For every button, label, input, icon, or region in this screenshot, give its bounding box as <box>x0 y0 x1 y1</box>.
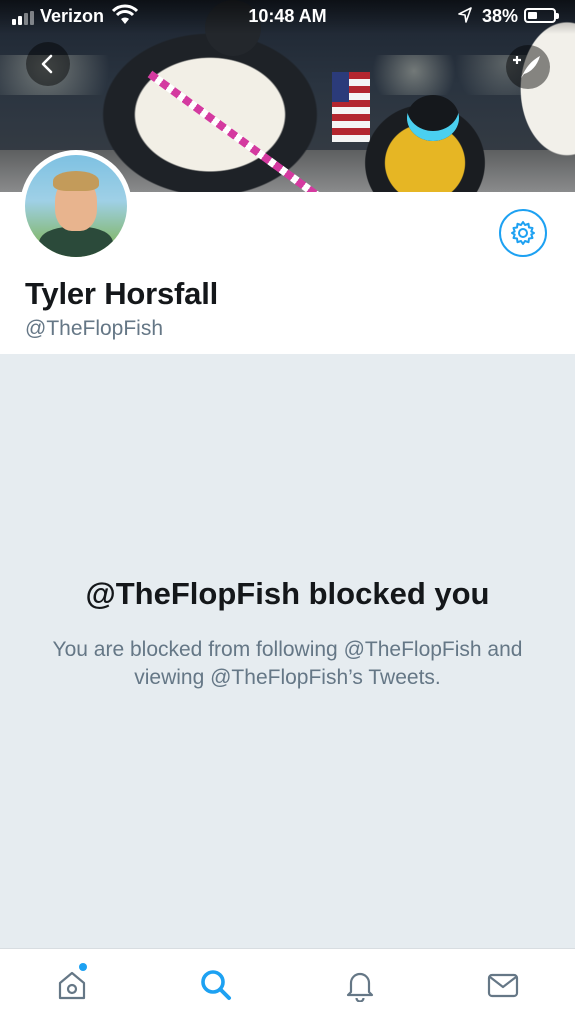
compose-tweet-icon <box>513 56 540 78</box>
tab-bar <box>0 948 575 1024</box>
gear-icon <box>511 221 535 245</box>
hockey-player-yellow <box>355 95 495 192</box>
username-handle: @TheFlopFish <box>25 317 164 340</box>
profile-settings-button[interactable] <box>499 209 547 257</box>
display-name: Tyler Horsfall <box>25 276 219 311</box>
battery-icon <box>524 8 559 23</box>
search-icon <box>201 970 231 1000</box>
back-button[interactable] <box>26 42 70 86</box>
blocked-description: You are blocked from following @TheFlopF… <box>52 638 523 689</box>
chevron-left-icon <box>41 54 53 74</box>
home-icon <box>58 971 86 1000</box>
tab-home[interactable] <box>50 963 94 1007</box>
tab-search[interactable] <box>194 963 238 1007</box>
mail-icon <box>487 973 519 998</box>
status-bar: Verizon 10:48 AM 38% <box>0 0 575 34</box>
hockey-player-white <box>85 0 335 192</box>
compose-tweet-button[interactable] <box>506 45 550 89</box>
battery-percentage: 38% <box>482 6 519 26</box>
blocked-title: @TheFlopFish blocked you <box>85 576 490 611</box>
avatar <box>25 155 127 257</box>
profile-avatar[interactable] <box>20 150 132 262</box>
home-notification-badge <box>79 963 87 971</box>
tab-notifications[interactable] <box>338 963 382 1007</box>
tab-messages[interactable] <box>481 963 525 1007</box>
bell-icon <box>346 972 374 1002</box>
blocked-notice-panel: @TheFlopFish blocked you You are blocked… <box>0 354 575 948</box>
location-arrow-icon <box>458 7 472 23</box>
